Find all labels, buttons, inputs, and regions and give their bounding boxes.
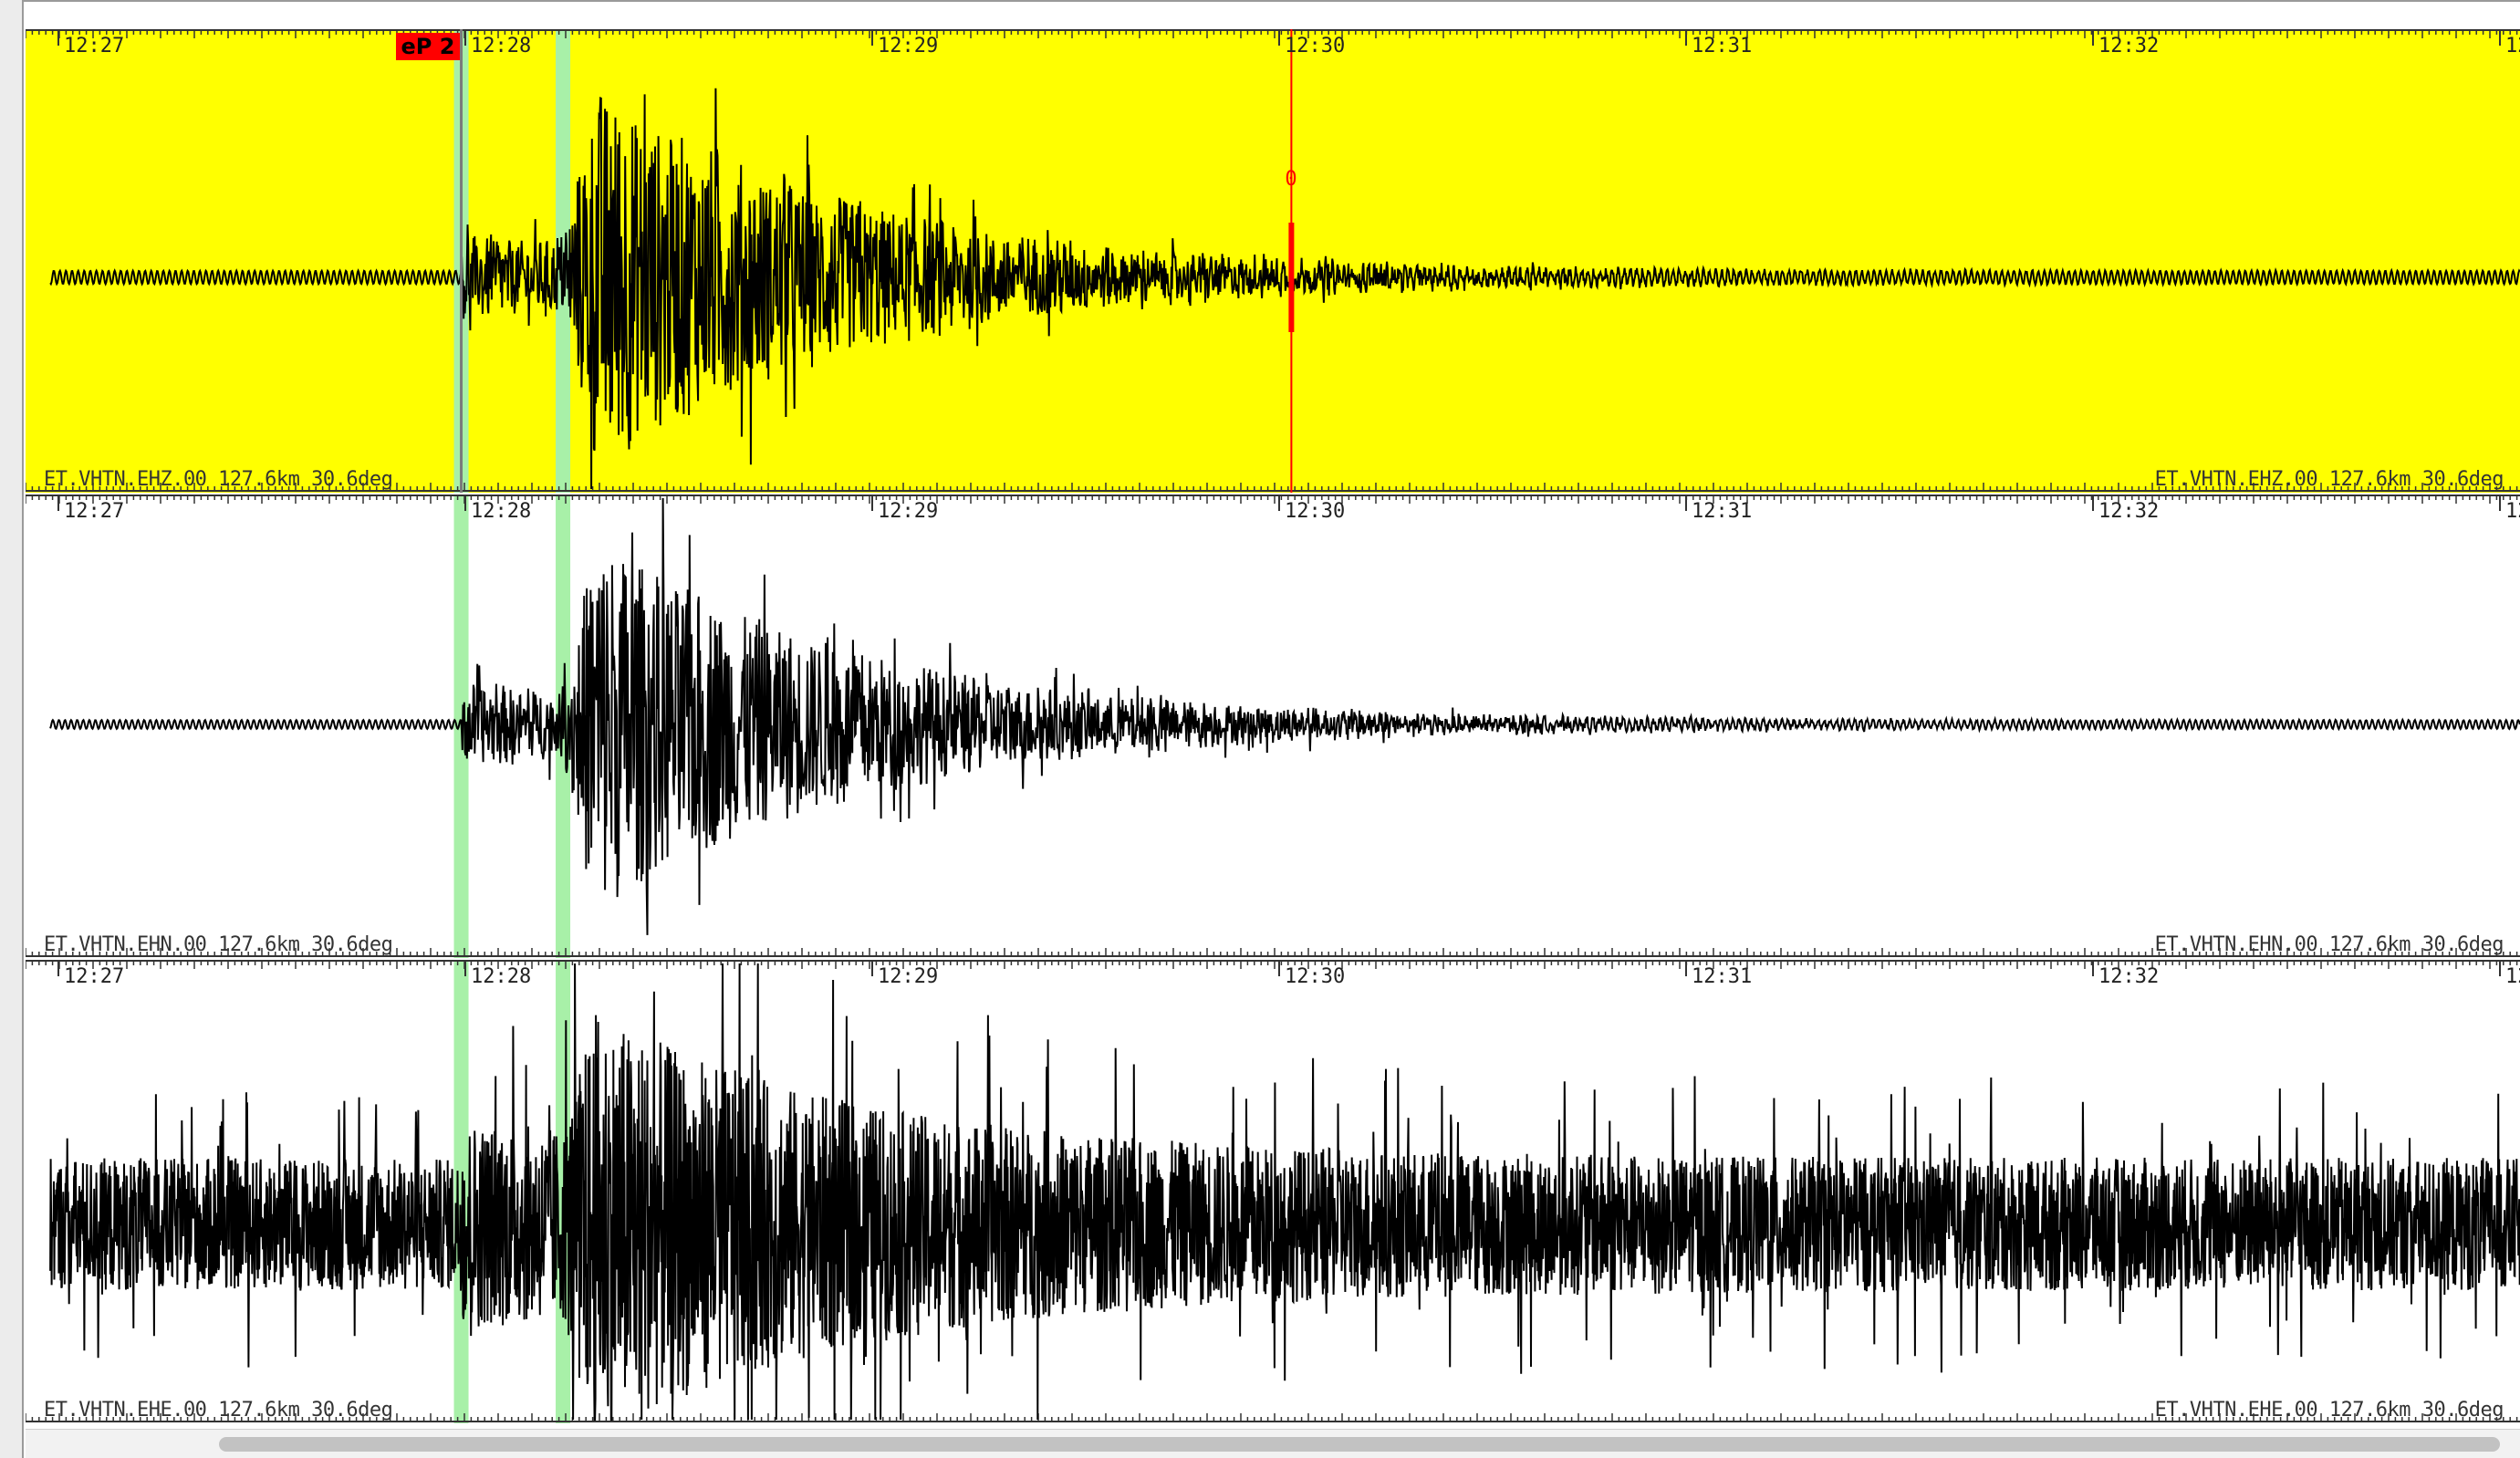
seismogram-viewer[interactable]: ET.VHTN.EHZ.00 127.6km 30.6deg ET.VHTN.E… (0, 0, 2520, 1458)
time-tick-label: 12:31 (1692, 500, 1753, 523)
time-tick-label: 12:32 (2098, 965, 2160, 988)
time-tick-label: 12:28 (471, 35, 532, 57)
time-tick-label: 12:32 (2098, 500, 2160, 523)
trace-panel-ehn[interactable]: ET.VHTN.EHN.00 127.6km 30.6deg ET.VHTN.E… (26, 495, 2520, 958)
time-tick-label: 12:31 (1692, 35, 1753, 57)
time-tick-label: 12:30 (1285, 965, 1346, 988)
top-frame (24, 0, 2520, 2)
trace-panel-ehz[interactable]: ET.VHTN.EHZ.00 127.6km 30.6deg ET.VHTN.E… (26, 29, 2520, 493)
trace-canvas-ehe[interactable] (26, 960, 2520, 1423)
time-tick-label: 12:33 (2505, 500, 2520, 523)
time-tick-label: 12:29 (878, 500, 939, 523)
channel-label-ehz-left: ET.VHTN.EHZ.00 127.6km 30.6deg (44, 468, 393, 491)
channel-label-ehn-right: ET.VHTN.EHN.00 127.6km 30.6deg (2154, 933, 2504, 956)
trace-panel-ehe[interactable]: ET.VHTN.EHE.00 127.6km 30.6deg ET.VHTN.E… (26, 960, 2520, 1423)
channel-label-ehz-right: ET.VHTN.EHZ.00 127.6km 30.6deg (2154, 468, 2504, 491)
time-tick-label: 12:27 (64, 35, 125, 57)
pick-window-0[interactable] (453, 960, 469, 1423)
time-tick-label: 12:27 (64, 965, 125, 988)
time-ruler-bottom (26, 483, 2520, 492)
time-tick-label: 12:30 (1285, 35, 1346, 57)
trace-canvas-ehz[interactable] (26, 29, 2520, 493)
time-tick-label: 12:30 (1285, 500, 1346, 523)
channel-label-ehe-right: ET.VHTN.EHE.00 127.6km 30.6deg (2154, 1399, 2504, 1422)
time-tick-label: 12:33 (2505, 35, 2520, 57)
horizontal-scrollbar[interactable] (26, 1429, 2520, 1458)
time-tick-label: 12:33 (2505, 965, 2520, 988)
waveform-ehz[interactable] (49, 88, 2520, 490)
marker-tick (1288, 223, 1295, 332)
time-ruler-bottom (26, 948, 2520, 957)
time-tick-label: 12:32 (2098, 35, 2160, 57)
time-tick-label: 12:29 (878, 35, 939, 57)
trace-canvas-ehn[interactable] (26, 495, 2520, 958)
time-tick-label: 12:28 (471, 965, 532, 988)
time-tick-label: 12:31 (1692, 965, 1753, 988)
marker-label: 0 (1285, 168, 1297, 191)
time-tick-label: 12:28 (471, 500, 532, 523)
left-frame (0, 0, 24, 1458)
time-ruler-bottom (26, 1413, 2520, 1422)
scrollbar-thumb[interactable] (219, 1437, 2500, 1452)
time-tick-label: 12:29 (878, 965, 939, 988)
channel-label-ehe-left: ET.VHTN.EHE.00 127.6km 30.6deg (44, 1399, 393, 1422)
time-tick-label: 12:27 (64, 500, 125, 523)
channel-label-ehn-left: ET.VHTN.EHN.00 127.6km 30.6deg (44, 933, 393, 956)
waveform-ehn[interactable] (49, 497, 2520, 935)
waveform-ehe[interactable] (49, 963, 2520, 1421)
pick-label[interactable]: eP 2 (395, 33, 461, 60)
